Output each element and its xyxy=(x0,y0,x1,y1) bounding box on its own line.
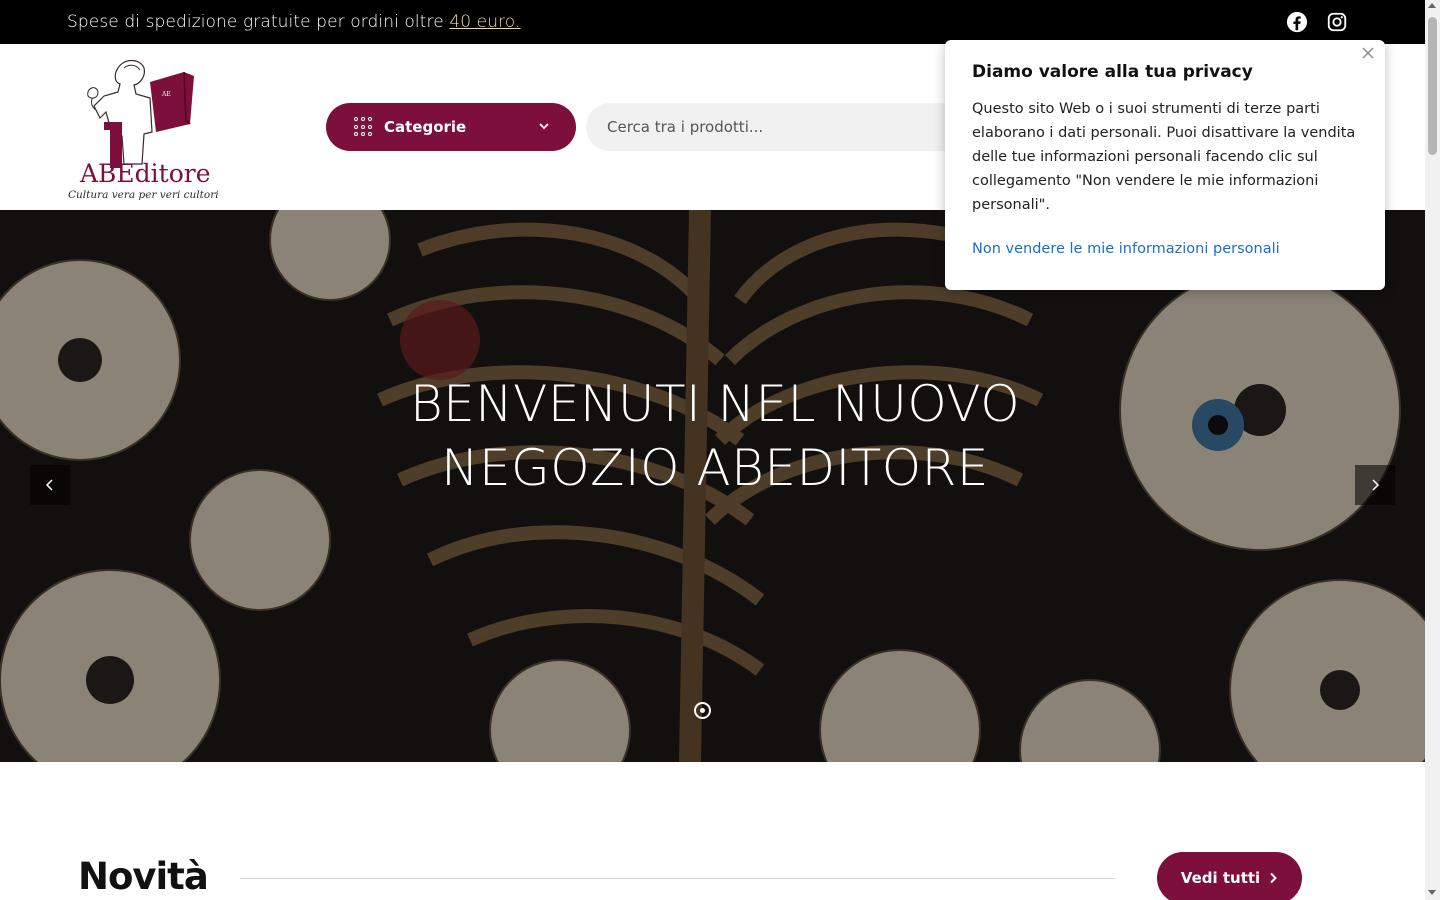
hero-title-line-2: NEGOZIO ABEDITORE xyxy=(441,439,989,497)
grid-icon xyxy=(354,117,374,137)
privacy-body: Questo sito Web o i suoi strumenti di te… xyxy=(972,101,1356,213)
chevron-right-icon xyxy=(1372,479,1380,491)
page: Spese di spedizione gratuite per ordini … xyxy=(0,0,1440,900)
top-bar: Spese di spedizione gratuite per ordini … xyxy=(0,0,1425,44)
chevron-down-icon xyxy=(539,123,549,130)
see-all-label: Vedi tutti xyxy=(1180,869,1261,887)
page-scrollbar[interactable] xyxy=(1425,0,1440,900)
scroll-thumb[interactable] xyxy=(1428,17,1437,155)
logo-wordmark: ABEditore xyxy=(79,159,211,188)
hero-title-line-1: BENVENUTI NEL NUOVO xyxy=(409,375,1021,433)
search-input[interactable] xyxy=(586,103,1006,151)
slider-next-button[interactable] xyxy=(1355,465,1395,505)
close-icon[interactable] xyxy=(1359,44,1377,62)
categories-label: Categorie xyxy=(384,118,467,136)
slider-prev-button[interactable] xyxy=(30,465,70,505)
facebook-icon[interactable] xyxy=(1286,11,1308,33)
privacy-popup: Diamo valore alla tua privacy Questo sit… xyxy=(945,40,1385,290)
hero-title: BENVENUTI NEL NUOVO NEGOZIO ABEDITORE xyxy=(0,372,1425,500)
scroll-down-arrow[interactable] xyxy=(1428,890,1436,895)
slider-dot-active[interactable] xyxy=(694,702,711,719)
section-title: Novità xyxy=(78,855,209,898)
chevron-left-icon xyxy=(45,479,53,491)
logo-tagline: Cultura vera per veri cultori xyxy=(68,189,219,201)
categories-button[interactable]: Categorie xyxy=(326,103,576,151)
see-all-button[interactable]: Vedi tutti xyxy=(1157,852,1302,900)
privacy-title: Diamo valore alla tua privacy xyxy=(972,62,1253,82)
svg-text:AE: AE xyxy=(161,91,171,98)
chevron-right-icon xyxy=(1270,872,1278,884)
hero-slider: BENVENUTI NEL NUOVO NEGOZIO ABEDITORE xyxy=(0,210,1425,762)
promo-link[interactable]: 40 euro. xyxy=(449,12,520,32)
scroll-up-arrow[interactable] xyxy=(1428,3,1436,8)
instagram-icon[interactable] xyxy=(1326,11,1348,33)
promo-text: Spese di spedizione gratuite per ordini … xyxy=(67,12,450,32)
abeditore-logo[interactable]: AE ABEditore Cultura vera per veri culto… xyxy=(66,54,221,202)
do-not-sell-link[interactable]: Non vendere le mie informazioni personal… xyxy=(972,241,1280,257)
shipping-promo: Spese di spedizione gratuite per ordini … xyxy=(67,12,521,32)
section-divider xyxy=(240,878,1115,879)
